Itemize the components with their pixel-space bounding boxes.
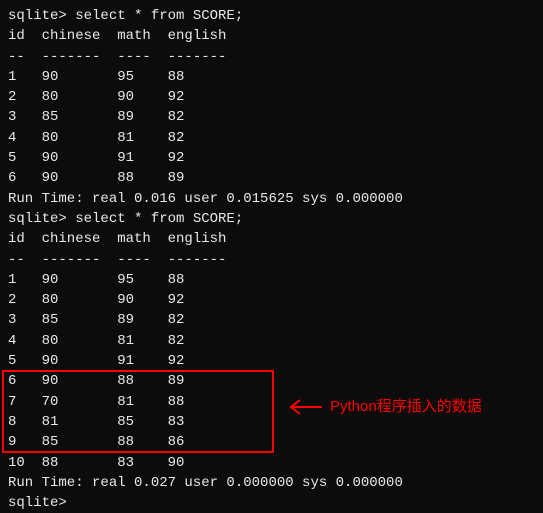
runtime-line: Run Time: real 0.027 user 0.000000 sys 0… [8,473,535,493]
sql-prompt-line: sqlite> [8,493,535,513]
arrow-left-icon [288,397,324,417]
table-row: 6 90 88 89 [8,168,535,188]
sql-prompt-line: sqlite> select * from SCORE; [8,209,535,229]
table-row: 3 85 89 82 [8,310,535,330]
table-row: 2 80 90 92 [8,290,535,310]
table-row: 4 80 81 82 [8,128,535,148]
table-separator: -- ------- ---- ------- [8,47,535,67]
table-separator: -- ------- ---- ------- [8,250,535,270]
terminal-output: sqlite> select * from SCORE;id chinese m… [8,6,535,513]
table-header: id chinese math english [8,229,535,249]
table-row: 10 88 83 90 [8,453,535,473]
table-row: 2 80 90 92 [8,87,535,107]
table-row: 6 90 88 89 [8,371,535,391]
table-row: 1 90 95 88 [8,270,535,290]
table-row: 4 80 81 82 [8,331,535,351]
annotation: Python程序插入的数据 [288,396,482,418]
sql-prompt-line: sqlite> select * from SCORE; [8,6,535,26]
table-header: id chinese math english [8,26,535,46]
annotation-text: Python程序插入的数据 [330,396,482,418]
table-row: 9 85 88 86 [8,432,535,452]
table-row: 5 90 91 92 [8,148,535,168]
table-row: 3 85 89 82 [8,107,535,127]
table-row: 1 90 95 88 [8,67,535,87]
table-row: 5 90 91 92 [8,351,535,371]
runtime-line: Run Time: real 0.016 user 0.015625 sys 0… [8,189,535,209]
